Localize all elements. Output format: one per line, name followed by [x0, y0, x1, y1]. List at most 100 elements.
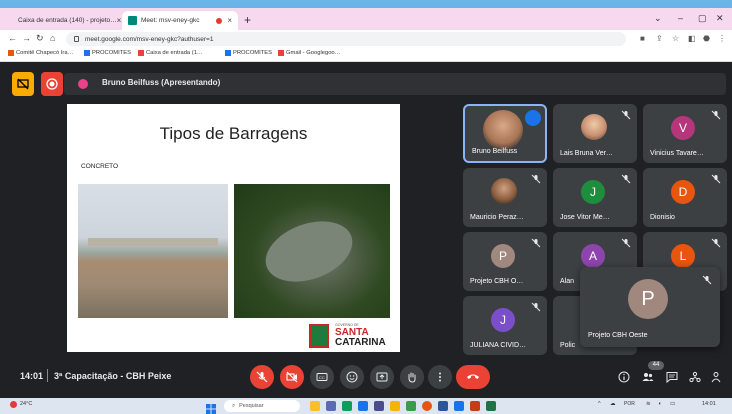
participant-avatar: J [491, 308, 515, 332]
mic-off-icon [711, 174, 721, 184]
participant-avatar: D [671, 180, 695, 204]
new-tab-button[interactable]: + [244, 13, 251, 27]
powerpoint-icon[interactable] [470, 401, 480, 411]
chat-icon[interactable] [666, 371, 678, 383]
folder-icon[interactable] [390, 401, 400, 411]
forward-icon[interactable]: → [22, 33, 31, 43]
gmail-icon [138, 50, 144, 56]
back-icon[interactable]: ← [8, 33, 17, 43]
mic-toggle-button[interactable] [250, 365, 274, 389]
participant-name: Lais Bruna Ver… [560, 150, 613, 157]
participant-tile[interactable]: J Jose Vitor Me… [553, 168, 637, 227]
tray-chevron-icon[interactable]: ^ [598, 401, 601, 407]
reload-icon[interactable]: ↻ [36, 33, 44, 44]
menu-icon[interactable]: ⋮ [718, 34, 726, 43]
maximize-icon[interactable]: ▢ [698, 13, 707, 24]
stop-presenting-button[interactable] [12, 72, 34, 96]
app-icon[interactable] [358, 401, 368, 411]
captions-button[interactable]: CC [310, 365, 334, 389]
taskbar-search[interactable]: ⌕ Pesquisar [224, 400, 300, 412]
svg-text:CC: CC [319, 375, 325, 380]
word-icon[interactable] [438, 401, 448, 411]
record-button[interactable] [41, 72, 63, 96]
language-indicator[interactable]: POR [624, 401, 635, 407]
bookmark-icon [225, 50, 231, 56]
search-placeholder: Pesquisar [239, 403, 264, 409]
info-icon[interactable] [618, 371, 630, 383]
host-controls-icon[interactable] [710, 371, 722, 383]
participant-tile[interactable]: P Projeto CBH O… [463, 232, 547, 291]
volume-icon[interactable]: ◖ [658, 401, 661, 407]
url-text: meet.google.com/msv-eney-gkc?authuser=1 [85, 35, 214, 43]
reactions-button[interactable] [340, 365, 364, 389]
bookmark-item[interactable]: PROCOMITES [84, 50, 131, 56]
bookmark-star-icon[interactable]: ☆ [672, 34, 679, 43]
reservoir-aerial-photo [234, 184, 390, 318]
participant-avatar: V [671, 116, 695, 140]
windows-taskbar: 24°C ⌕ Pesquisar ^ ☁ POR ≋ ◖ ▭ 14:01 [0, 398, 732, 414]
tab-meet[interactable]: Meet: msv-eney-gkc × [122, 11, 238, 30]
participant-tile[interactable]: Mauricio Peraz… [463, 168, 547, 227]
app-icon[interactable] [310, 401, 320, 411]
present-button[interactable] [370, 365, 394, 389]
bookmark-item[interactable]: PROCOMITES [225, 50, 272, 56]
sidebar-icon[interactable]: ◧ [688, 34, 696, 43]
close-tab-icon[interactable]: × [227, 16, 232, 25]
participant-tile[interactable]: D Dionisio [643, 168, 727, 227]
minimize-icon[interactable]: – [678, 13, 683, 23]
captions-icon: CC [316, 373, 328, 381]
tab-gmail[interactable]: Caixa de entrada (140) - projeto… × [8, 11, 122, 30]
speaking-indicator-icon [525, 110, 541, 126]
share-icon[interactable]: ⇪ [656, 34, 663, 43]
excel-icon[interactable] [486, 401, 496, 411]
cloud-icon[interactable]: ☁ [610, 401, 616, 407]
close-tab-icon[interactable]: × [117, 16, 122, 25]
app-icon[interactable] [374, 401, 384, 411]
app-icon[interactable] [326, 401, 336, 411]
floating-participant-tile[interactable]: P Projeto CBH Oeste [580, 267, 720, 347]
gmail-icon [278, 50, 284, 56]
camera-icon[interactable]: ■ [640, 34, 645, 43]
participant-tile[interactable]: Bruno Beilfuss [463, 104, 547, 163]
mic-off-icon [256, 371, 268, 383]
meeting-time: 14:01 [20, 371, 44, 381]
bookmark-item[interactable]: Caixa de entrada (1… [138, 50, 203, 56]
bookmark-item[interactable]: Gmail - Googlegoo… [278, 50, 340, 56]
camera-toggle-button[interactable] [280, 365, 304, 389]
raise-hand-button[interactable] [400, 365, 424, 389]
taskbar-clock[interactable]: 14:01 [702, 401, 716, 407]
participant-photo [483, 110, 523, 150]
participant-tile[interactable]: J JULIANA CIVID… [463, 296, 547, 355]
chrome-icon[interactable] [422, 401, 432, 411]
extension-icon[interactable]: ⬣ [703, 34, 710, 43]
wifi-icon[interactable]: ≋ [646, 401, 651, 407]
chevron-down-icon[interactable]: ⌄ [654, 13, 662, 24]
participant-name: Dionisio [650, 214, 675, 221]
participant-avatar: J [581, 180, 605, 204]
activities-icon[interactable] [689, 371, 701, 383]
close-window-icon[interactable]: ✕ [716, 13, 724, 24]
url-field[interactable]: meet.google.com/msv-eney-gkc?authuser=1 [66, 32, 626, 46]
logo-line-2: CATARINA [335, 337, 386, 348]
more-options-button[interactable] [428, 365, 452, 389]
leave-call-button[interactable] [456, 365, 490, 389]
mic-off-icon [711, 110, 721, 120]
app-icon[interactable] [454, 401, 464, 411]
mic-off-icon [531, 238, 541, 248]
bookmark-item[interactable]: Comitê Chapecó Ira… [8, 50, 73, 56]
app-icon[interactable] [342, 401, 352, 411]
weather-widget[interactable]: 24°C [20, 401, 32, 407]
participant-tile[interactable]: V Vinicius Tavare… [643, 104, 727, 163]
home-icon[interactable]: ⌂ [50, 33, 55, 43]
mic-off-icon [621, 174, 631, 184]
app-icon[interactable] [406, 401, 416, 411]
meet-window: Bruno Beilfuss (Apresentando) Tipos de B… [0, 62, 732, 398]
participant-tile[interactable]: Lais Bruna Ver… [553, 104, 637, 163]
participant-avatar: A [581, 244, 605, 268]
windows-start-icon[interactable] [206, 401, 216, 414]
battery-icon[interactable]: ▭ [670, 401, 675, 407]
bookmark-icon [8, 50, 14, 56]
recording-indicator-icon [216, 17, 223, 24]
participant-name: Jose Vitor Me… [560, 214, 610, 221]
people-icon[interactable] [642, 371, 654, 383]
